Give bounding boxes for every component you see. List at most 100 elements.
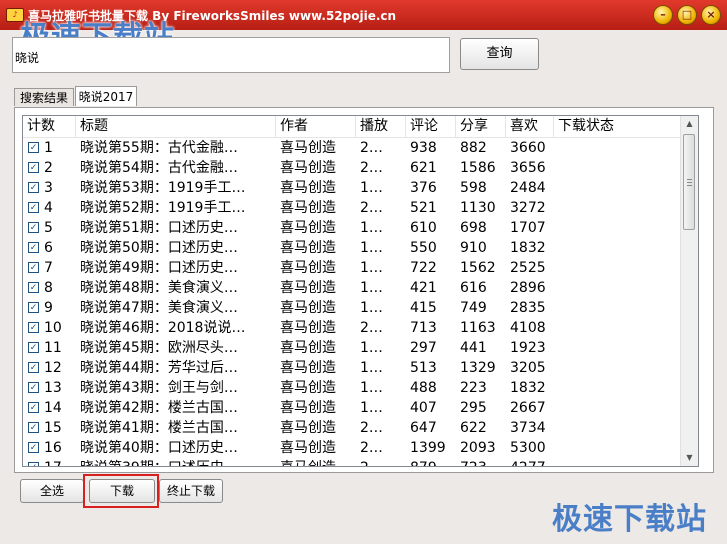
column-header-comments[interactable]: 评论 — [406, 116, 456, 137]
table-row[interactable]: ✓ 12 晓说第44期：芳华过后… 喜马创造 1… 513 1329 3205 — [23, 358, 693, 378]
row-shares: 1562 — [460, 260, 496, 276]
row-shares: 1329 — [460, 360, 496, 376]
row-likes: 2835 — [510, 300, 546, 316]
stop-download-button[interactable]: 终止下载 — [159, 479, 223, 503]
row-comments: 407 — [410, 400, 437, 416]
table-row[interactable]: ✓ 7 晓说第49期：口述历史… 喜马创造 1… 722 1562 2525 — [23, 258, 693, 278]
row-checkbox[interactable]: ✓ — [28, 302, 39, 313]
row-title: 晓说第55期：古代金融… — [80, 140, 238, 156]
row-comments: 621 — [410, 160, 437, 176]
table-row[interactable]: ✓ 10 晓说第46期：2018说说… 喜马创造 2… 713 1163 4108 — [23, 318, 693, 338]
row-comments: 879 — [406, 458, 456, 466]
table-row[interactable]: ✓ 16 晓说第40期：口述历史… 喜马创造 2… 1399 2093 5300 — [23, 438, 693, 458]
row-download-status — [554, 278, 693, 298]
table-row[interactable]: ✓ 1 晓说第55期：古代金融… 喜马创造 2… 938 882 3660 — [23, 138, 693, 158]
row-checkbox[interactable]: ✓ — [28, 142, 39, 153]
row-title: 晓说第48期：美食演义… — [80, 280, 238, 296]
column-header-plays[interactable]: 播放 — [356, 116, 406, 137]
episode-list[interactable]: 计数 标题 作者 播放 评论 分享 喜欢 下载状态 ✓ 1 晓说第55期：古代金融…… — [22, 115, 699, 467]
table-row[interactable]: ✓ 13 晓说第43期：剑王与剑… 喜马创造 1… 488 223 1832 — [23, 378, 693, 398]
row-checkbox[interactable]: ✓ — [28, 202, 39, 213]
row-download-status — [554, 378, 693, 398]
row-count: 17 — [40, 458, 76, 466]
row-likes: 3660 — [510, 140, 546, 156]
row-shares: 1163 — [460, 320, 496, 336]
column-header-shares[interactable]: 分享 — [456, 116, 506, 137]
scroll-down-icon[interactable]: ▼ — [681, 450, 698, 466]
row-checkbox[interactable]: ✓ — [28, 362, 39, 373]
row-comments: 488 — [410, 380, 437, 396]
row-download-status — [554, 298, 693, 318]
row-checkbox[interactable]: ✓ — [28, 442, 39, 453]
row-checkbox[interactable]: ✓ — [28, 282, 39, 293]
minimize-icon[interactable]: – — [653, 5, 673, 25]
row-count: 10 — [44, 320, 62, 336]
row-plays: 2… — [360, 440, 383, 456]
row-checkbox[interactable]: ✓ — [28, 422, 39, 433]
column-header-likes[interactable]: 喜欢 — [506, 116, 554, 137]
row-count: 8 — [44, 280, 53, 296]
table-row[interactable]: ✓ 15 晓说第41期：楼兰古国… 喜马创造 2… 647 622 3734 — [23, 418, 693, 438]
row-likes: 3272 — [510, 200, 546, 216]
row-author: 喜马创造 — [280, 260, 336, 276]
row-likes: 1923 — [510, 340, 546, 356]
row-download-status — [554, 138, 693, 158]
table-row[interactable]: ✓ 4 晓说第52期：1919手工… 喜马创造 2… 521 1130 3272 — [23, 198, 693, 218]
vertical-scrollbar[interactable]: ▲ ▼ — [680, 116, 698, 466]
close-icon[interactable]: × — [701, 5, 721, 25]
query-button[interactable]: 查询 — [460, 38, 539, 70]
row-plays: 1… — [360, 240, 383, 256]
row-shares: 910 — [460, 240, 487, 256]
table-row[interactable]: ✓ 9 晓说第47期：美食演义… 喜马创造 1… 415 749 2835 — [23, 298, 693, 318]
row-checkbox[interactable]: ✓ — [28, 342, 39, 353]
row-comments: 722 — [410, 260, 437, 276]
select-all-button[interactable]: 全选 — [20, 479, 84, 503]
row-plays: 1… — [360, 220, 383, 236]
scroll-up-icon[interactable]: ▲ — [681, 116, 698, 132]
row-shares: 295 — [460, 400, 487, 416]
column-header-download-status[interactable]: 下载状态 — [554, 116, 693, 137]
table-row[interactable]: ✓ 3 晓说第53期：1919手工… 喜马创造 1… 376 598 2484 — [23, 178, 693, 198]
row-download-status — [554, 318, 693, 338]
row-plays: 2… — [360, 420, 383, 436]
row-checkbox[interactable]: ✓ — [28, 402, 39, 413]
row-checkbox[interactable]: ✓ — [28, 242, 39, 253]
row-checkbox[interactable]: ✓ — [28, 182, 39, 193]
row-comments: 713 — [410, 320, 437, 336]
tab-xiaoshuo-2017[interactable]: 晓说2017 — [75, 86, 137, 106]
row-checkbox[interactable]: ✓ — [28, 382, 39, 393]
search-input[interactable]: 晓说 — [12, 37, 450, 73]
table-row[interactable]: ✓17晓说第39期：口述历史…喜马创造2…8797234277 — [23, 458, 693, 466]
row-count: 2 — [44, 160, 53, 176]
row-author: 喜马创造 — [280, 320, 336, 336]
table-row[interactable]: ✓ 8 晓说第48期：美食演义… 喜马创造 1… 421 616 2896 — [23, 278, 693, 298]
row-shares: 749 — [460, 300, 487, 316]
table-row[interactable]: ✓ 6 晓说第50期：口述历史… 喜马创造 1… 550 910 1832 — [23, 238, 693, 258]
row-author: 喜马创造 — [280, 420, 336, 436]
table-row[interactable]: ✓ 5 晓说第51期：口述历史… 喜马创造 1… 610 698 1707 — [23, 218, 693, 238]
row-checkbox[interactable]: ✓ — [28, 162, 39, 173]
row-checkbox[interactable]: ✓ — [28, 462, 39, 466]
row-title: 晓说第39期：口述历史… — [76, 458, 276, 466]
row-download-status — [554, 218, 693, 238]
row-count: 7 — [44, 260, 53, 276]
maximize-icon[interactable]: □ — [677, 5, 697, 25]
scrollbar-thumb[interactable] — [683, 134, 695, 230]
row-likes: 4108 — [510, 320, 546, 336]
row-title: 晓说第40期：口述历史… — [80, 440, 238, 456]
row-title: 晓说第42期：楼兰古国… — [80, 400, 238, 416]
row-shares: 1130 — [460, 200, 496, 216]
table-row[interactable]: ✓ 2 晓说第54期：古代金融… 喜马创造 2… 621 1586 3656 — [23, 158, 693, 178]
row-checkbox[interactable]: ✓ — [28, 262, 39, 273]
column-header-title[interactable]: 标题 — [76, 116, 276, 137]
column-header-author[interactable]: 作者 — [276, 116, 356, 137]
tab-search-results[interactable]: 搜索结果 — [14, 88, 74, 106]
table-row[interactable]: ✓ 14 晓说第42期：楼兰古国… 喜马创造 1… 407 295 2667 — [23, 398, 693, 418]
row-checkbox[interactable]: ✓ — [28, 322, 39, 333]
column-header-count[interactable]: 计数 — [23, 116, 76, 137]
row-author: 喜马创造 — [280, 400, 336, 416]
row-title: 晓说第52期：1919手工… — [80, 200, 246, 216]
row-checkbox[interactable]: ✓ — [28, 222, 39, 233]
row-plays: 1… — [360, 300, 383, 316]
table-row[interactable]: ✓ 11 晓说第45期：欧洲尽头… 喜马创造 1… 297 441 1923 — [23, 338, 693, 358]
